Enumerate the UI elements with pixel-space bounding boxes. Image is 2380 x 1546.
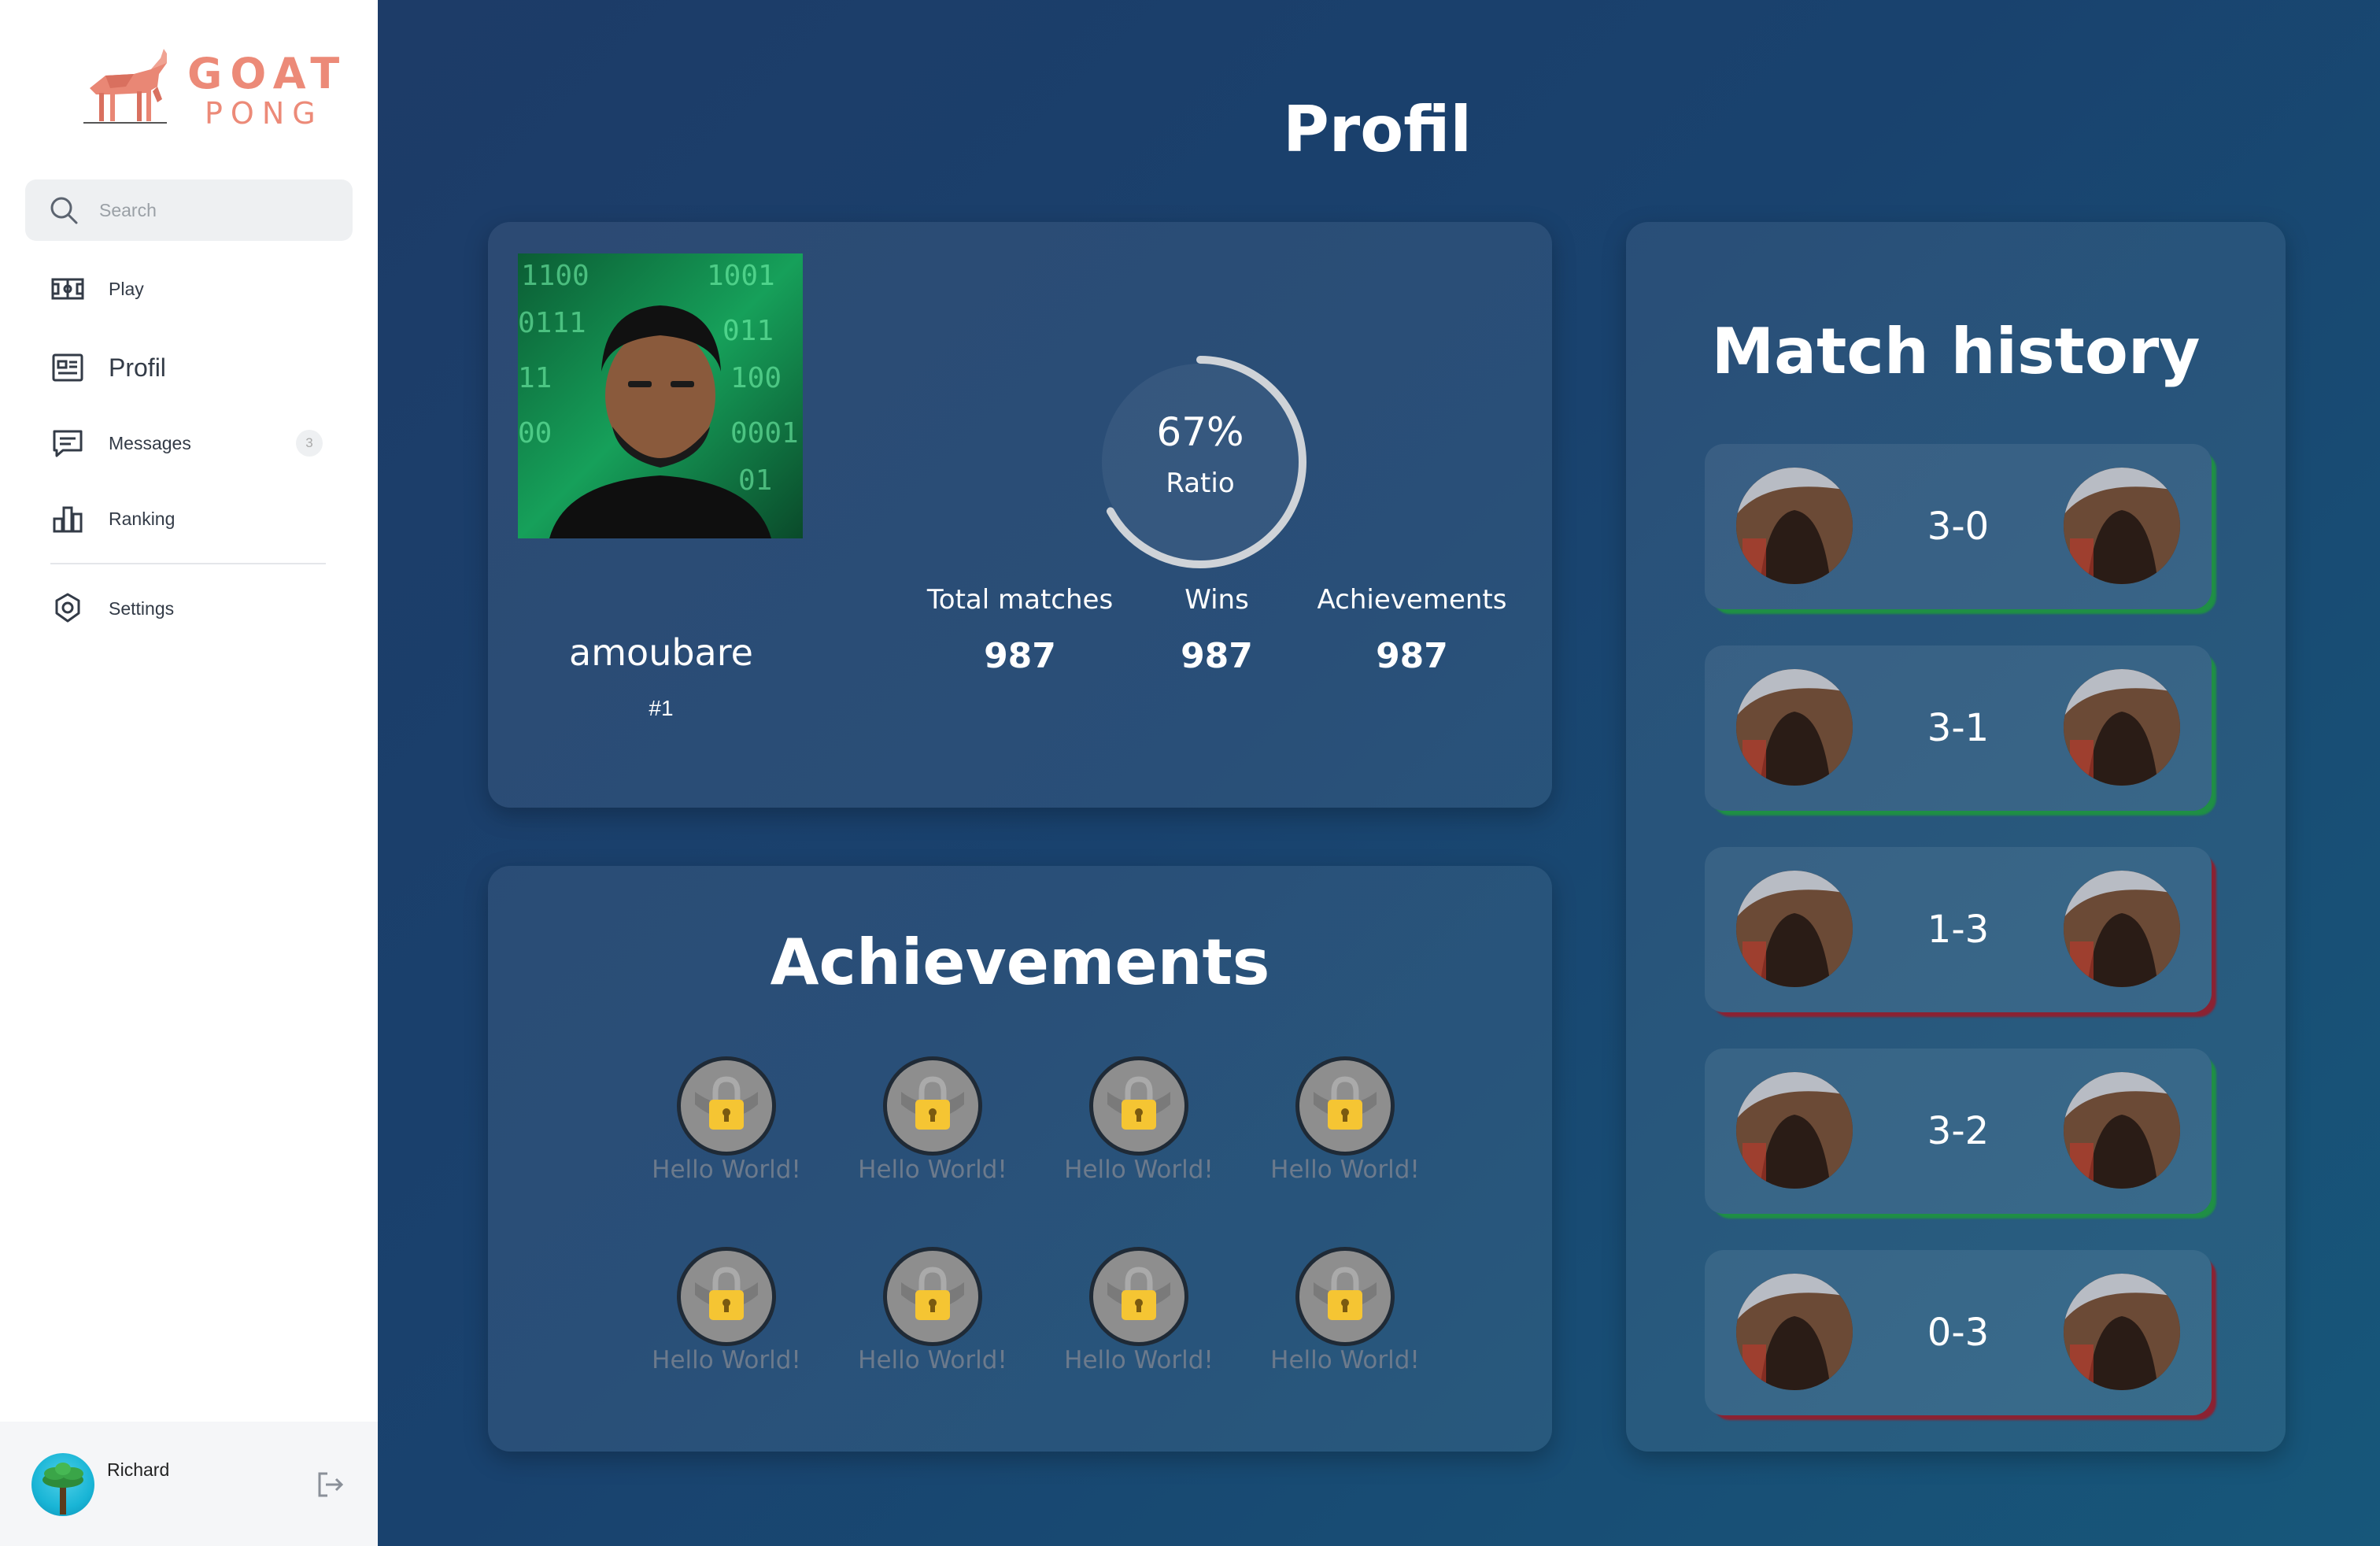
gear-icon	[55, 593, 80, 623]
search-icon	[50, 197, 78, 224]
search-box[interactable]	[25, 179, 353, 241]
logo-word-pong: PONG	[205, 96, 323, 131]
achievement-item[interactable]: Hello World!	[622, 1056, 828, 1247]
match-row[interactable]: 3-2	[1705, 1049, 2212, 1214]
achievement-item[interactable]: Hello World!	[828, 1247, 1034, 1437]
messages-count-badge: 3	[296, 430, 323, 457]
achievement-label: Hello World!	[1064, 1156, 1214, 1184]
sidebar-item-profil[interactable]: Profil	[25, 342, 353, 394]
lock-icon	[883, 1247, 982, 1346]
svg-text:1100: 1100	[521, 260, 589, 292]
achievement-label: Hello World!	[1270, 1346, 1420, 1374]
lock-icon	[677, 1056, 776, 1156]
achievements-card: Achievements Hello World! Hello World! H…	[488, 866, 1552, 1452]
match-row[interactable]: 3-1	[1705, 645, 2212, 811]
palm-tree-icon	[42, 1463, 83, 1515]
svg-text:1001: 1001	[707, 260, 775, 292]
match-score: 3-2	[1927, 1109, 1990, 1153]
sidebar: GOAT PONG Play Profil	[0, 0, 378, 1546]
achievements-title: Achievements	[770, 926, 1270, 999]
player-avatar	[1736, 1274, 1853, 1390]
current-user-name: Richard	[107, 1459, 170, 1480]
svg-text:011: 011	[722, 315, 774, 347]
sidebar-item-label: Messages	[109, 432, 191, 453]
lock-icon	[883, 1056, 982, 1156]
logo-word-goat: GOAT	[187, 49, 348, 98]
svg-text:01: 01	[738, 464, 772, 497]
match-score: 1-3	[1927, 908, 1990, 952]
sidebar-item-label: Ranking	[109, 508, 176, 529]
opponent-avatar	[2064, 468, 2180, 584]
sidebar-divider	[50, 563, 326, 564]
stat-achievements-label: Achievements	[1317, 584, 1507, 616]
player-avatar	[1736, 669, 1853, 786]
sidebar-item-ranking[interactable]: Ranking	[25, 493, 353, 545]
match-score: 0-3	[1927, 1311, 1990, 1355]
match-score: 3-0	[1927, 505, 1990, 549]
avatar[interactable]	[31, 1453, 94, 1516]
achievement-item[interactable]: Hello World!	[1034, 1247, 1240, 1437]
opponent-avatar	[2064, 871, 2180, 987]
win-ratio-label: Ratio	[1166, 468, 1235, 499]
match-row[interactable]: 1-3	[1705, 847, 2212, 1012]
current-user-bar: Richard	[0, 1422, 378, 1546]
achievement-label: Hello World!	[1270, 1156, 1420, 1184]
opponent-avatar	[2064, 1274, 2180, 1390]
bar-chart-icon	[53, 506, 83, 533]
sidebar-item-label: Play	[109, 278, 144, 299]
lock-icon	[1089, 1056, 1188, 1156]
achievement-item[interactable]: Hello World!	[828, 1056, 1034, 1247]
profile-card: 1100 1001 0111 011 100 11 00 0001 01 amo…	[488, 222, 1552, 808]
achievement-item[interactable]: Hello World!	[1240, 1247, 1447, 1437]
message-icon	[53, 430, 83, 457]
player-avatar	[1736, 1072, 1853, 1189]
achievement-label: Hello World!	[652, 1156, 801, 1184]
opponent-avatar	[2064, 1072, 2180, 1189]
sidebar-item-label: Settings	[109, 597, 175, 619]
achievement-label: Hello World!	[1064, 1346, 1214, 1374]
sidebar-item-label: Profil	[109, 353, 166, 382]
profile-card-icon	[52, 353, 83, 382]
opponent-avatar	[2064, 669, 2180, 786]
lock-icon	[1089, 1247, 1188, 1346]
profile-rank: #1	[649, 696, 674, 720]
svg-text:0001: 0001	[730, 417, 799, 449]
achievement-item[interactable]: Hello World!	[1240, 1056, 1447, 1247]
match-row[interactable]: 0-3	[1705, 1250, 2212, 1415]
search-input[interactable]	[99, 179, 335, 241]
achievement-label: Hello World!	[858, 1156, 1007, 1184]
win-ratio-ring	[1094, 356, 1306, 568]
gamepad-icon	[51, 278, 84, 300]
sidebar-item-play[interactable]: Play	[25, 263, 353, 315]
logout-icon[interactable]	[315, 1469, 346, 1500]
lock-icon	[1295, 1247, 1395, 1346]
achievement-label: Hello World!	[652, 1346, 801, 1374]
sidebar-item-settings[interactable]: Settings	[25, 583, 353, 634]
match-score: 3-1	[1927, 706, 1990, 750]
achievements-grid: Hello World! Hello World! Hello World! H…	[622, 1056, 1440, 1418]
achievement-label: Hello World!	[858, 1346, 1007, 1374]
goat-logo-icon	[83, 49, 167, 124]
svg-text:100: 100	[730, 362, 782, 394]
lock-icon	[677, 1247, 776, 1346]
match-history-card: Match history 3-0 3-1 1-3 3-2 0-3	[1626, 222, 2286, 1452]
win-ratio-value: 67%	[1156, 409, 1244, 455]
match-history-title: Match history	[1711, 315, 2201, 388]
profile-username: amoubare	[569, 631, 753, 674]
player-avatar	[1736, 871, 1853, 987]
svg-text:11: 11	[518, 362, 552, 394]
lock-icon	[1295, 1056, 1395, 1156]
player-avatar	[1736, 468, 1853, 584]
svg-text:00: 00	[518, 417, 552, 449]
page-title: Profil	[1283, 93, 1472, 166]
achievement-item[interactable]: Hello World!	[622, 1247, 828, 1437]
achievement-item[interactable]: Hello World!	[1034, 1056, 1240, 1247]
svg-text:0111: 0111	[518, 307, 586, 339]
profile-photo: 1100 1001 0111 011 100 11 00 0001 01	[518, 253, 803, 538]
match-row[interactable]: 3-0	[1705, 444, 2212, 609]
stat-achievements-value: 987	[1376, 636, 1448, 676]
goat-pong-logo[interactable]: GOAT PONG	[79, 39, 339, 134]
sidebar-item-messages[interactable]: Messages 3	[25, 417, 353, 469]
